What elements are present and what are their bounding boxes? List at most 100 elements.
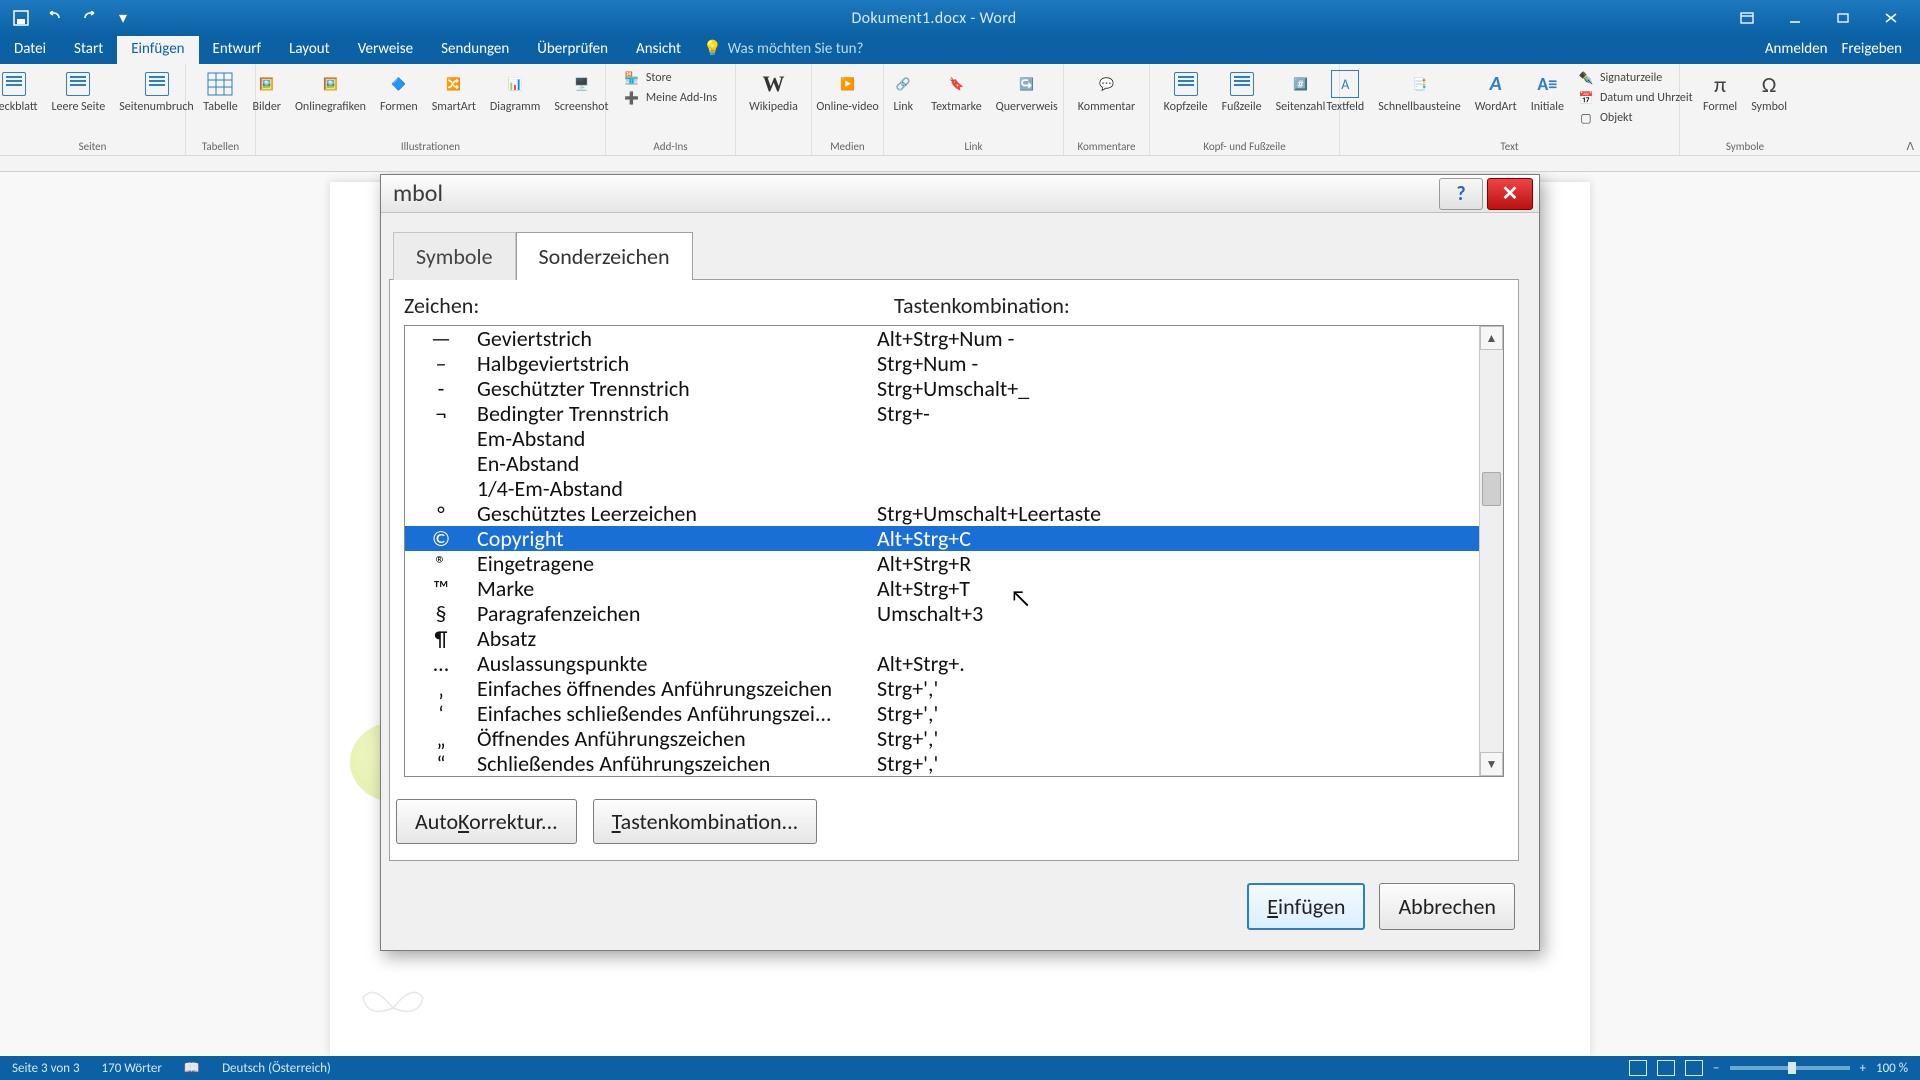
insert-button[interactable]: Einfügen: [1247, 883, 1365, 930]
char-name: Geschütztes Leerzeichen: [477, 501, 877, 526]
zoom-slider[interactable]: [1730, 1066, 1850, 1070]
char-symbol: ™: [405, 576, 477, 601]
zoom-in-button[interactable]: +: [1860, 1061, 1866, 1076]
share-button[interactable]: Freigeben: [1842, 40, 1902, 58]
char-name: Copyright: [477, 526, 877, 551]
close-button[interactable]: [1868, 4, 1914, 32]
zoom-level[interactable]: 100 %: [1876, 1061, 1908, 1076]
list-item[interactable]: „Öffnendes AnführungszeichenStrg+',': [405, 726, 1503, 751]
char-name: Geviertstrich: [477, 326, 877, 351]
list-scrollbar[interactable]: ▲ ▼: [1479, 326, 1503, 776]
tab-view[interactable]: Ansicht: [622, 36, 695, 64]
header-button[interactable]: Kopfzeile: [1158, 68, 1214, 139]
list-item[interactable]: —GeviertstrichAlt+Strg+Num -: [405, 326, 1503, 351]
language-indicator[interactable]: Deutsch (Österreich): [222, 1061, 331, 1076]
scroll-down-button[interactable]: ▼: [1480, 752, 1503, 776]
dialog-close-button[interactable]: ✕: [1487, 178, 1533, 210]
redo-button[interactable]: [74, 4, 104, 32]
list-item[interactable]: -Geschützter TrennstrichStrg+Umschalt+_: [405, 376, 1503, 401]
tab-references[interactable]: Verweise: [344, 36, 427, 64]
chart-button[interactable]: 📊Diagramm: [484, 68, 546, 139]
list-item[interactable]: °Geschütztes LeerzeichenStrg+Umschalt+Le…: [405, 501, 1503, 526]
char-symbol: „: [405, 726, 477, 751]
blank-page-button[interactable]: Leere Seite: [45, 68, 111, 139]
tab-mailings[interactable]: Sendungen: [427, 36, 523, 64]
signin-link[interactable]: Anmelden: [1765, 40, 1828, 58]
list-item[interactable]: §ParagrafenzeichenUmschalt+3: [405, 601, 1503, 626]
link-button[interactable]: 🔗Link: [883, 68, 923, 139]
read-mode-button[interactable]: [1629, 1060, 1647, 1076]
tab-symbols[interactable]: Symbole: [393, 232, 516, 280]
maximize-button[interactable]: [1820, 4, 1866, 32]
list-item[interactable]: ¶Absatz: [405, 626, 1503, 651]
my-addins-button[interactable]: ➕Meine Add-Ins: [618, 88, 723, 108]
store-button[interactable]: 🏪Store: [618, 68, 723, 88]
list-item[interactable]: En-Abstand: [405, 451, 1503, 476]
web-layout-button[interactable]: [1685, 1060, 1703, 1076]
online-pictures-button[interactable]: 🖼️Onlinegrafiken: [289, 68, 372, 139]
print-layout-button[interactable]: [1657, 1060, 1675, 1076]
bookmark-button[interactable]: 🔖Textmarke: [925, 68, 987, 139]
footer-button[interactable]: Fußzeile: [1216, 68, 1268, 139]
scroll-up-button[interactable]: ▲: [1480, 326, 1503, 350]
equation-button[interactable]: πFormel: [1697, 68, 1743, 139]
scroll-thumb[interactable]: [1482, 472, 1501, 506]
tab-start[interactable]: Start: [60, 36, 117, 64]
qat-customize[interactable]: ▾: [108, 4, 138, 32]
list-item[interactable]: ©CopyrightAlt+Strg+C: [405, 526, 1503, 551]
collapse-ribbon-button[interactable]: ᐱ: [1906, 140, 1914, 153]
cancel-button[interactable]: Abbrechen: [1379, 883, 1515, 930]
dialog-tabs: Symbole Sonderzeichen: [393, 231, 1519, 279]
page-indicator[interactable]: Seite 3 von 3: [12, 1061, 80, 1076]
wikipedia-button[interactable]: WWikipedia: [743, 68, 804, 139]
online-video-button[interactable]: ▶️Online-video: [810, 68, 884, 139]
tab-special-characters[interactable]: Sonderzeichen: [516, 232, 693, 280]
pictures-button[interactable]: 🖼️Bilder: [246, 68, 287, 139]
tab-layout[interactable]: Layout: [275, 36, 344, 64]
minimize-button[interactable]: [1772, 4, 1818, 32]
tell-me-search[interactable]: 💡 Was möchten Sie tun?: [703, 39, 863, 64]
list-item[interactable]: ™MarkeAlt+Strg+T: [405, 576, 1503, 601]
special-characters-list[interactable]: —GeviertstrichAlt+Strg+Num -–Halbgeviert…: [404, 325, 1504, 777]
cover-page-button[interactable]: Deckblatt: [0, 68, 43, 139]
list-item[interactable]: ‚Einfaches öffnendes AnführungszeichenSt…: [405, 676, 1503, 701]
ribbon-display-options[interactable]: [1724, 4, 1770, 32]
list-item[interactable]: Em-Abstand: [405, 426, 1503, 451]
tab-design[interactable]: Entwurf: [199, 36, 276, 64]
tab-insert[interactable]: Einfügen: [117, 36, 198, 64]
save-button[interactable]: [6, 4, 36, 32]
list-item[interactable]: …AuslassungspunkteAlt+Strg+.: [405, 651, 1503, 676]
list-item[interactable]: “Schließendes AnführungszeichenStrg+',': [405, 751, 1503, 776]
list-item[interactable]: ‘Einfaches schließendes Anführungszei...…: [405, 701, 1503, 726]
autocorrect-button[interactable]: AutoKorrektur...: [396, 799, 577, 844]
char-shortcut: [877, 626, 1503, 651]
smartart-button[interactable]: 🔀SmartArt: [426, 68, 482, 139]
list-item[interactable]: –HalbgeviertstrichStrg+Num -: [405, 351, 1503, 376]
zoom-out-button[interactable]: −: [1713, 1061, 1719, 1076]
undo-button[interactable]: [40, 4, 70, 32]
char-shortcut: Strg+',': [877, 726, 1503, 751]
symbol-button[interactable]: ΩSymbol: [1745, 68, 1793, 139]
list-item[interactable]: ¬Bedingter TrennstrichStrg+-: [405, 401, 1503, 426]
list-item[interactable]: ®EingetrageneAlt+Strg+R: [405, 551, 1503, 576]
signature-icon: ✒️: [1578, 70, 1594, 86]
dialog-help-button[interactable]: ?: [1439, 178, 1483, 210]
list-item[interactable]: 1/4-Em-Abstand: [405, 476, 1503, 501]
table-button[interactable]: Tabelle: [197, 68, 243, 139]
textbox-button[interactable]: ATextfeld: [1320, 68, 1370, 139]
tab-review[interactable]: Überprüfen: [523, 36, 622, 64]
shapes-button[interactable]: 🔷Formen: [374, 68, 424, 139]
tab-file[interactable]: Datei: [0, 36, 60, 64]
comment-button[interactable]: 💬Kommentar: [1072, 68, 1142, 139]
dialog-titlebar[interactable]: mbol ? ✕: [381, 175, 1539, 213]
dropcap-button[interactable]: A≡Initiale: [1525, 68, 1570, 139]
wordart-button[interactable]: AWordArt: [1469, 68, 1523, 139]
shortcut-key-button[interactable]: Tastenkombination...: [593, 799, 818, 844]
char-shortcut: Strg+Umschalt+Leertaste: [877, 501, 1503, 526]
screenshot-button[interactable]: 🖥️Screenshot: [548, 68, 614, 139]
spellcheck-icon[interactable]: 📖: [184, 1061, 200, 1076]
char-name: En-Abstand: [477, 451, 877, 476]
quick-parts-button[interactable]: 📑Schnellbausteine: [1372, 68, 1466, 139]
word-count[interactable]: 170 Wörter: [102, 1061, 162, 1076]
crossref-button[interactable]: ↪️Querverweis: [990, 68, 1064, 139]
